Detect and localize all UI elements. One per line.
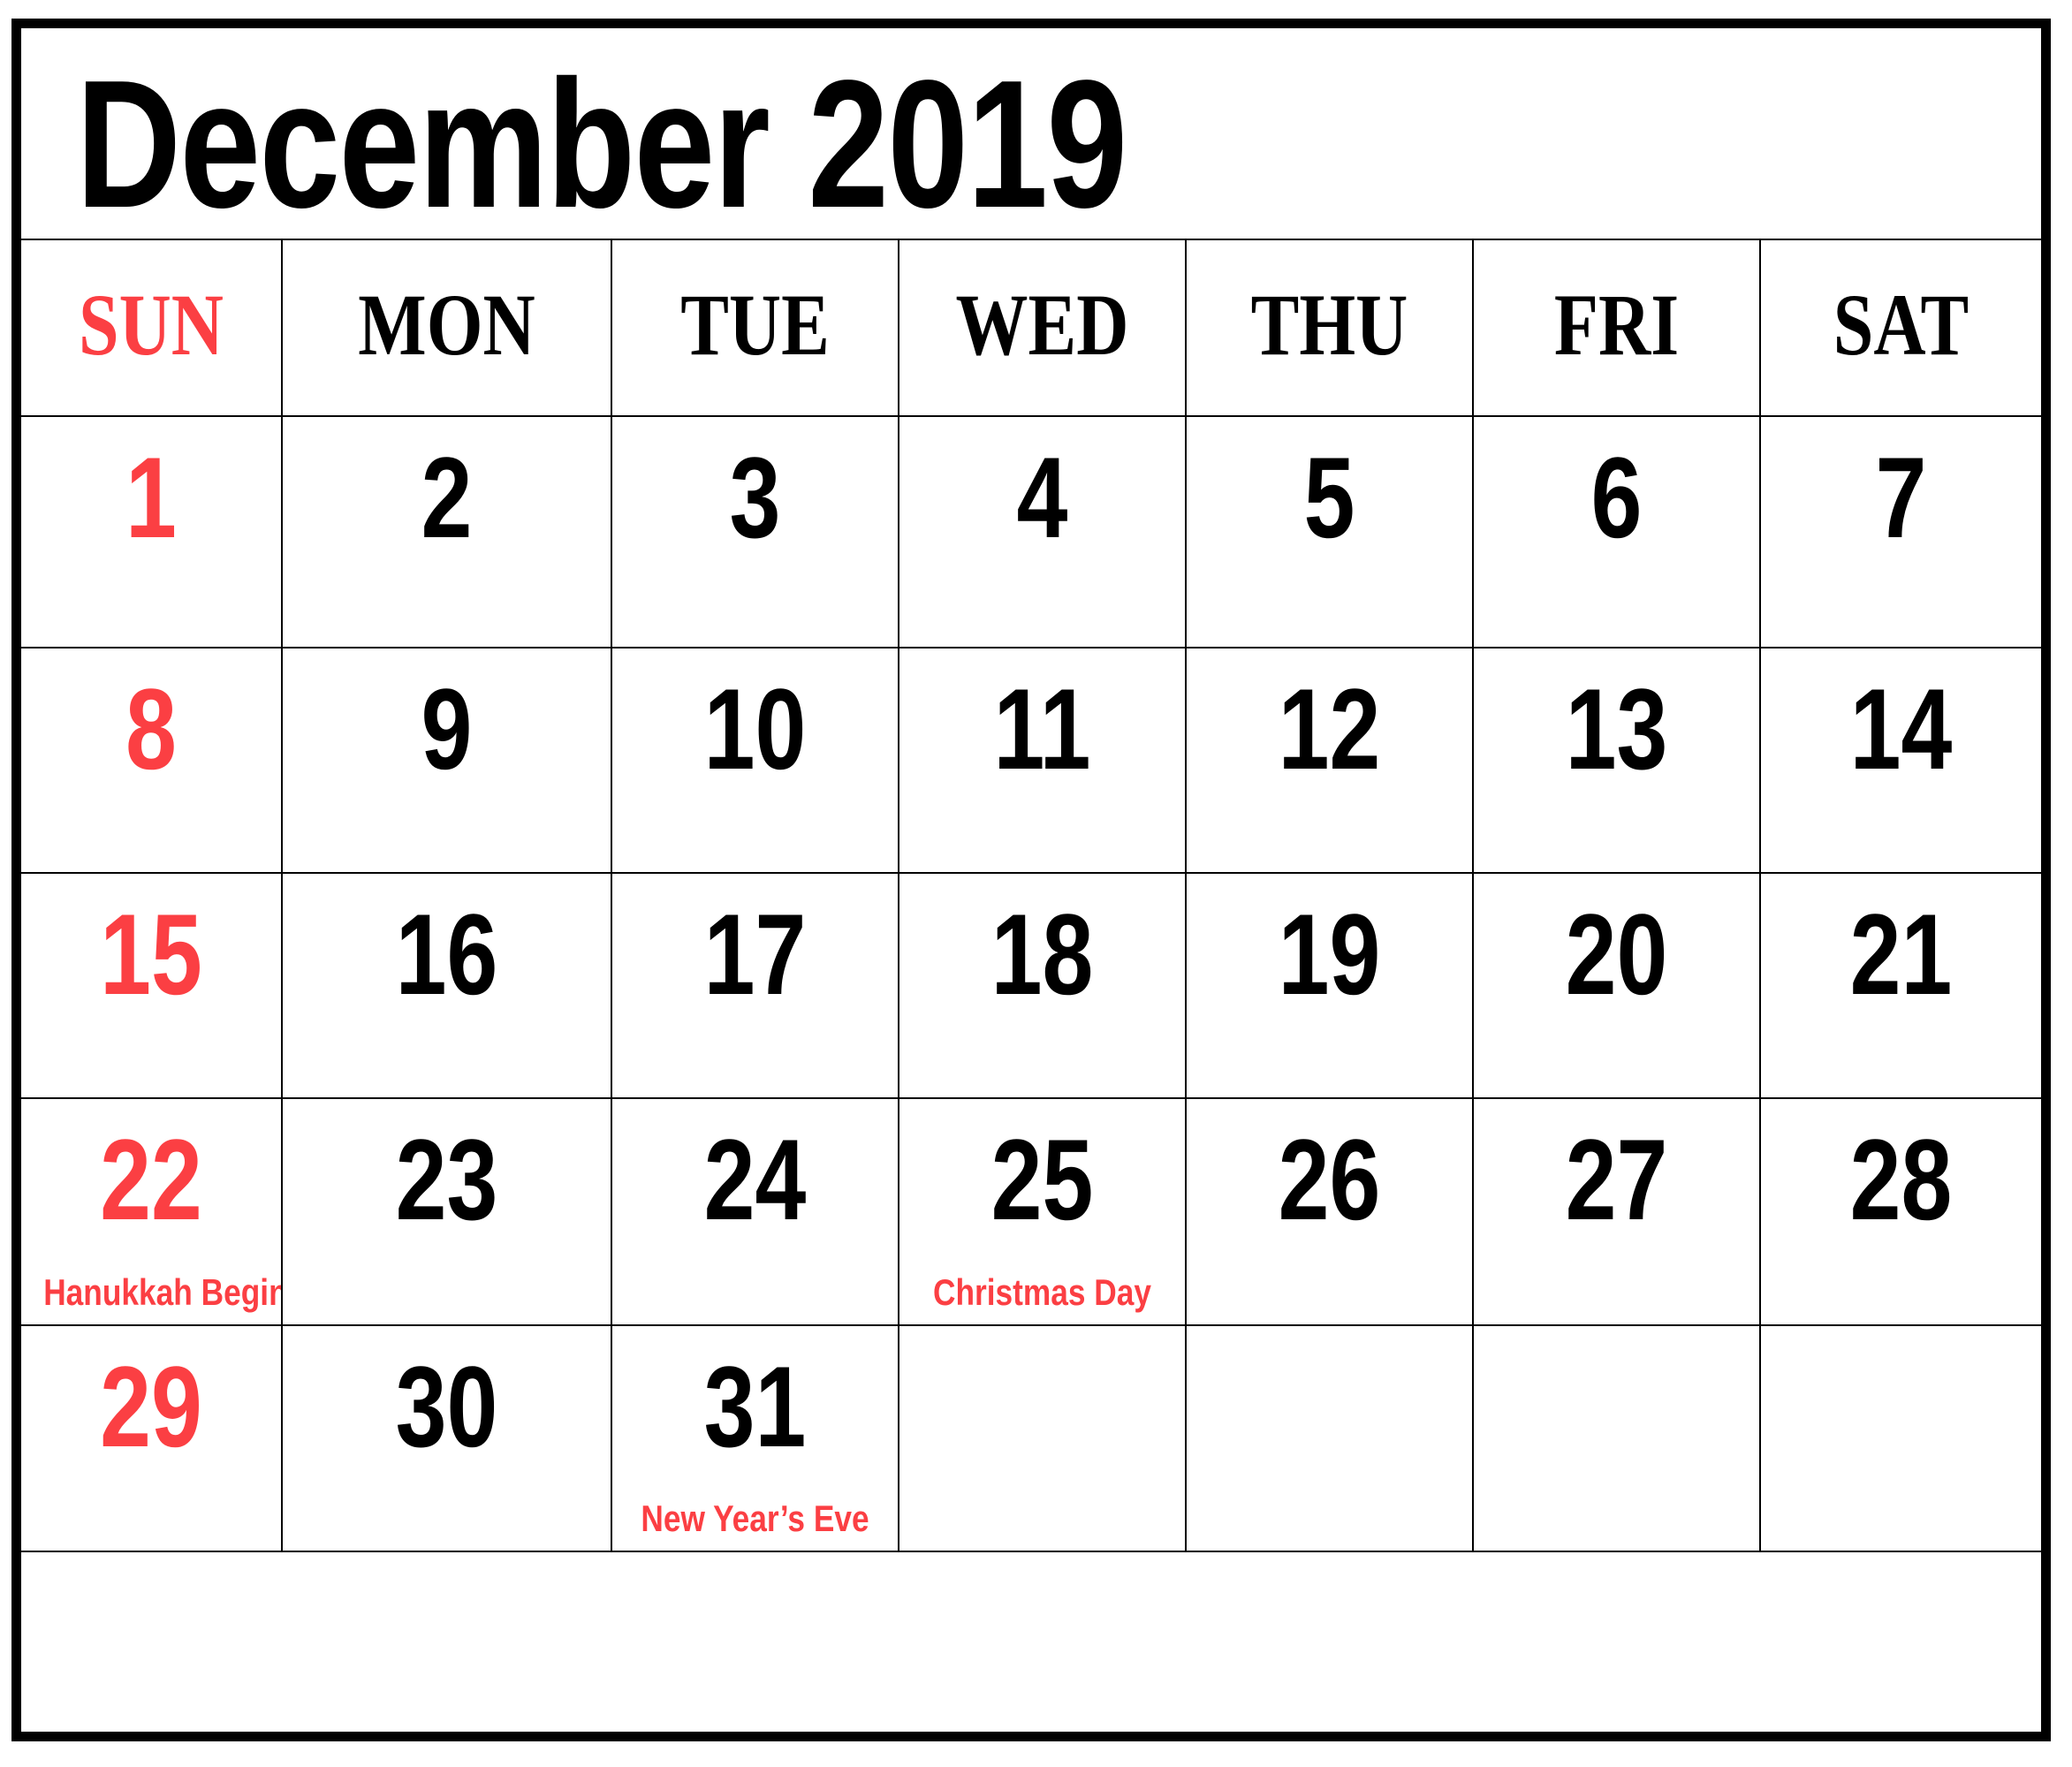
- weekday-label: TUE: [680, 276, 830, 374]
- day-cell[interactable]: 5: [1187, 417, 1474, 648]
- day-number: 27: [1565, 1115, 1668, 1244]
- day-cell[interactable]: 15: [21, 874, 283, 1099]
- day-cell[interactable]: 31 New Year’s Eve: [612, 1326, 899, 1552]
- day-number: 8: [125, 664, 177, 793]
- calendar-grid: SUN MON TUE WED THU FRI SAT 1 2 3 4 5 6 …: [21, 240, 2041, 1552]
- day-event-label: New Year’s Eve: [641, 1498, 869, 1539]
- day-number: 21: [1849, 890, 1953, 1019]
- day-cell[interactable]: 14: [1761, 648, 2041, 874]
- weekday-label: SUN: [78, 276, 224, 374]
- day-number: 13: [1565, 664, 1668, 793]
- day-number: 17: [703, 890, 807, 1019]
- day-number: 18: [990, 890, 1094, 1019]
- weekday-header-thu: THU: [1187, 240, 1474, 417]
- weekday-label: FRI: [1553, 276, 1680, 374]
- day-number: 5: [1303, 433, 1355, 562]
- day-cell[interactable]: 4: [899, 417, 1187, 648]
- day-cell[interactable]: 9: [283, 648, 612, 874]
- day-cell-empty[interactable]: [1187, 1326, 1474, 1552]
- day-cell[interactable]: 18: [899, 874, 1187, 1099]
- day-cell[interactable]: 27: [1474, 1099, 1761, 1326]
- day-number: 15: [100, 890, 202, 1019]
- day-number: 14: [1849, 664, 1953, 793]
- day-cell[interactable]: 21: [1761, 874, 2041, 1099]
- day-number: 16: [395, 890, 498, 1019]
- day-cell[interactable]: 19: [1187, 874, 1474, 1099]
- day-cell[interactable]: 22 Hanukkah Begins: [21, 1099, 283, 1326]
- day-number: 23: [395, 1115, 498, 1244]
- notes-band[interactable]: [21, 1552, 2041, 1729]
- weekday-label: WED: [955, 276, 1129, 374]
- day-cell-empty[interactable]: [1761, 1326, 2041, 1552]
- day-number: 2: [421, 433, 473, 562]
- day-number: 9: [421, 664, 473, 793]
- day-cell[interactable]: 29: [21, 1326, 283, 1552]
- day-cell[interactable]: 16: [283, 874, 612, 1099]
- calendar-inner: December 2019 SUN MON TUE WED THU FRI SA…: [21, 28, 2041, 1732]
- day-cell-empty[interactable]: [1474, 1326, 1761, 1552]
- day-number: 11: [993, 664, 1091, 793]
- day-cell[interactable]: 23: [283, 1099, 612, 1326]
- weekday-header-mon: MON: [283, 240, 612, 417]
- day-number: 28: [1849, 1115, 1953, 1244]
- day-cell[interactable]: 11: [899, 648, 1187, 874]
- day-number: 19: [1278, 890, 1381, 1019]
- weekday-label: MON: [358, 276, 535, 374]
- day-event-label: Christmas Day: [932, 1271, 1152, 1313]
- day-cell[interactable]: 10: [612, 648, 899, 874]
- day-cell[interactable]: 3: [612, 417, 899, 648]
- day-number: 20: [1565, 890, 1668, 1019]
- day-cell[interactable]: 7: [1761, 417, 2041, 648]
- weekday-header-wed: WED: [899, 240, 1187, 417]
- day-event-label: Hanukkah Begins: [43, 1271, 283, 1313]
- weekday-label: SAT: [1833, 276, 1970, 374]
- day-number: 3: [729, 433, 781, 562]
- day-number: 29: [100, 1342, 202, 1471]
- day-cell[interactable]: 20: [1474, 874, 1761, 1099]
- weekday-header-sun: SUN: [21, 240, 283, 417]
- calendar-frame: December 2019 SUN MON TUE WED THU FRI SA…: [11, 19, 2051, 1741]
- day-cell[interactable]: 6: [1474, 417, 1761, 648]
- day-number: 10: [703, 664, 807, 793]
- day-number: 25: [990, 1115, 1094, 1244]
- day-number: 31: [703, 1342, 807, 1471]
- day-cell-empty[interactable]: [899, 1326, 1187, 1552]
- day-number: 12: [1278, 664, 1381, 793]
- calendar-title-band: December 2019: [21, 28, 2041, 240]
- weekday-label: THU: [1250, 276, 1408, 374]
- day-number: 30: [395, 1342, 498, 1471]
- weekday-header-sat: SAT: [1761, 240, 2041, 417]
- day-cell[interactable]: 17: [612, 874, 899, 1099]
- page-title: December 2019: [76, 42, 1127, 240]
- day-number: 24: [703, 1115, 807, 1244]
- day-number: 4: [1016, 433, 1068, 562]
- day-cell[interactable]: 28: [1761, 1099, 2041, 1326]
- day-number: 26: [1278, 1115, 1381, 1244]
- day-cell[interactable]: 25 Christmas Day: [899, 1099, 1187, 1326]
- day-cell[interactable]: 12: [1187, 648, 1474, 874]
- day-cell[interactable]: 30: [283, 1326, 612, 1552]
- day-number: 1: [125, 433, 177, 562]
- day-cell[interactable]: 24: [612, 1099, 899, 1326]
- day-cell[interactable]: 13: [1474, 648, 1761, 874]
- day-number: 6: [1590, 433, 1643, 562]
- day-number: 22: [100, 1115, 202, 1244]
- day-number: 7: [1875, 433, 1927, 562]
- day-cell[interactable]: 8: [21, 648, 283, 874]
- day-cell[interactable]: 26: [1187, 1099, 1474, 1326]
- day-cell[interactable]: 1: [21, 417, 283, 648]
- weekday-header-fri: FRI: [1474, 240, 1761, 417]
- day-cell[interactable]: 2: [283, 417, 612, 648]
- weekday-header-tue: TUE: [612, 240, 899, 417]
